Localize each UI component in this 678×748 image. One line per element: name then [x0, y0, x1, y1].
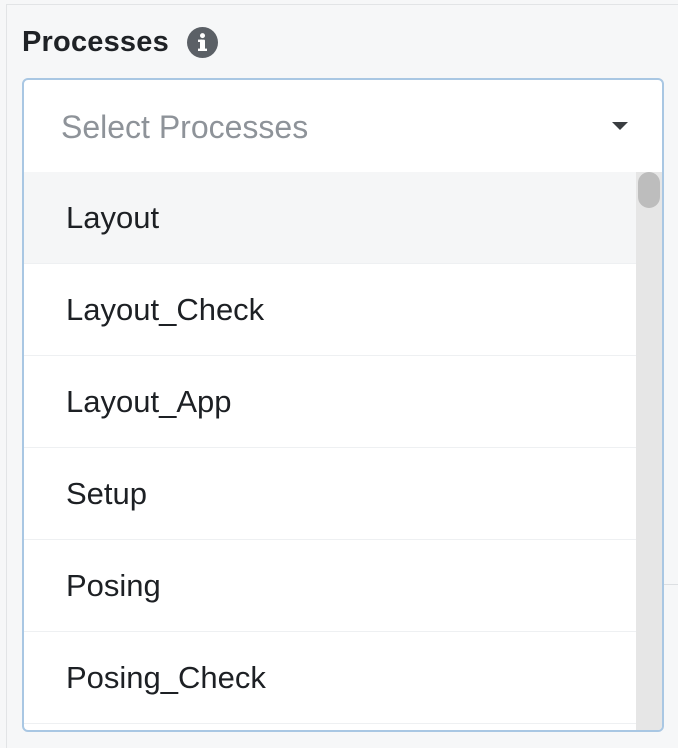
info-circle-icon[interactable]: [186, 26, 218, 58]
option-posing[interactable]: Posing: [24, 540, 636, 632]
caret-down-icon[interactable]: [612, 122, 628, 130]
processes-options-list[interactable]: Layout Layout_Check Layout_App Setup Pos…: [24, 172, 636, 730]
option-layout[interactable]: Layout: [24, 172, 636, 264]
processes-field-label-row: Processes: [22, 22, 218, 62]
processes-select-control[interactable]: Select Processes: [24, 80, 662, 172]
option-layout-app[interactable]: Layout_App: [24, 356, 636, 448]
processes-select-placeholder: Select Processes: [61, 109, 309, 145]
processes-label: Processes: [22, 25, 169, 58]
option-posing-check[interactable]: Posing_Check: [24, 632, 636, 724]
scrollbar-thumb[interactable]: [638, 172, 660, 208]
processes-select[interactable]: Select Processes Layout Layout_Check Lay…: [22, 78, 664, 732]
option-layout-check[interactable]: Layout_Check: [24, 264, 636, 356]
background-divider: [664, 584, 678, 585]
option-setup[interactable]: Setup: [24, 448, 636, 540]
options-scrollbar[interactable]: [636, 172, 662, 730]
